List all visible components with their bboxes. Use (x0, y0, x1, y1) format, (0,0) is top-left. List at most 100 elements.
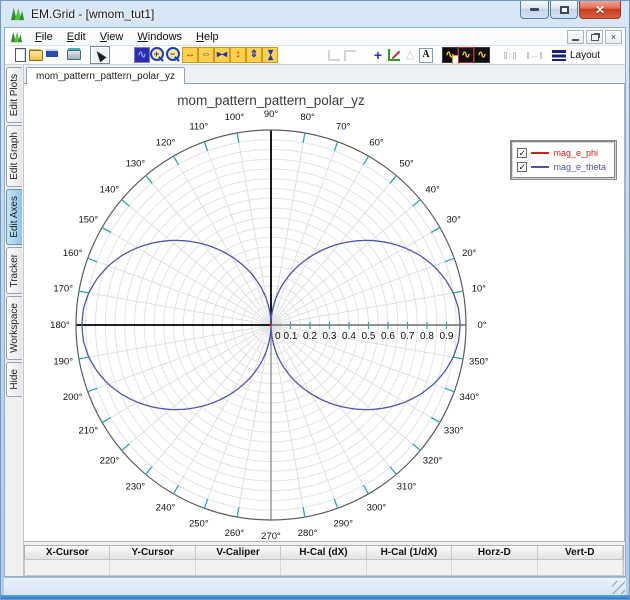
distribute-vertical-icon[interactable]: ↕ (502, 47, 518, 63)
angle-tick (453, 356, 464, 360)
readout-header-2: V-Caliper (196, 546, 282, 560)
sidebar-tab-edit-axes[interactable]: Edit Axes (6, 189, 22, 245)
pointer-tool-icon[interactable] (90, 46, 110, 64)
angle-tick (430, 416, 441, 423)
sidebar-tab-hide[interactable]: Hide (6, 362, 22, 397)
readout-value-1 (110, 560, 196, 575)
radial-label: 0.3 (323, 331, 337, 342)
angle-tick (362, 484, 370, 495)
zoom-out-icon[interactable] (166, 47, 182, 63)
angle-label: 200° (63, 392, 83, 403)
sidebar-tab-edit-graph[interactable]: Edit Graph (6, 125, 22, 188)
frame-corner-bottom-icon[interactable] (326, 47, 342, 63)
distribute-horizontal-icon[interactable]: ↔ (526, 47, 542, 63)
plot-style-icon[interactable]: ∿ (474, 47, 490, 63)
angle-label: 60° (369, 137, 384, 148)
frame-corner-top-icon[interactable] (342, 47, 358, 63)
readout-value-5 (452, 560, 538, 575)
open-file-icon[interactable] (28, 47, 44, 63)
scroll-y-icon[interactable]: ⇕ (246, 47, 262, 63)
sidebar-tab-workspace[interactable]: Workspace (6, 296, 22, 361)
radial-label: 0.5 (362, 331, 376, 342)
child-close-button[interactable]: × (605, 30, 622, 44)
add-shape-icon[interactable]: △ (402, 47, 418, 63)
shrink-x-icon[interactable]: ▸◂ (214, 47, 230, 63)
minimize-button[interactable] (520, 1, 549, 19)
legend-checkbox[interactable]: ✓ (517, 161, 528, 172)
radial-label: 0.8 (420, 331, 434, 342)
readout-header-1: Y-Cursor (110, 546, 196, 560)
radial-label: 0.9 (440, 331, 454, 342)
child-window-controls: × (567, 30, 622, 44)
shrink-y-icon[interactable]: ▸◂ (262, 47, 278, 63)
app-logo-icon (10, 7, 25, 21)
angle-label: 220° (100, 455, 120, 466)
angle-tick (101, 226, 112, 233)
plot-active-style-icon[interactable]: ∿ (458, 47, 474, 63)
angle-tick (412, 443, 421, 451)
readout-header-5: Horz-D (452, 546, 538, 560)
child-minimize-button[interactable] (567, 30, 584, 44)
angle-tick (430, 226, 441, 233)
menu-file[interactable]: File (28, 30, 60, 44)
legend-entry: ✓ mag_e_phi (517, 146, 606, 160)
angle-label: 130° (126, 158, 146, 169)
scroll-x-icon[interactable]: ⇔ (198, 47, 214, 63)
menu-bar: File Edit View Windows Help × (5, 28, 625, 46)
legend-line-sample (531, 165, 550, 168)
client-area: FileEditViewWindowsHelp × ∿↔⇔▸◂↕⇕▸◂+△∿∿∿… (4, 27, 626, 577)
legend-label: mag_e_theta (553, 161, 606, 172)
menu-edit[interactable]: Edit (60, 30, 93, 44)
angle-label: 270° (261, 531, 281, 542)
child-restore-button[interactable] (586, 30, 603, 44)
angle-tick (121, 199, 130, 207)
resize-grip[interactable] (612, 581, 625, 594)
menu-view[interactable]: View (93, 30, 131, 44)
angle-tick (444, 387, 455, 393)
angle-label: 0° (477, 320, 486, 331)
readout-header-4: H-Cal (1/dX) (367, 546, 453, 560)
expand-x-icon[interactable]: ↔ (182, 47, 198, 63)
legend-checkbox[interactable]: ✓ (517, 147, 528, 158)
angle-label: 240° (156, 503, 176, 514)
print-icon[interactable] (66, 47, 82, 63)
angle-tick (145, 175, 153, 184)
polar-plot-canvas[interactable]: 0° 10° 20° 30° 40° 50° 60° 70° 80° 90° 100° 110° 120… (24, 83, 625, 543)
angle-label: 40° (425, 184, 440, 195)
save-file-icon[interactable] (44, 47, 60, 63)
radial-label: 0.6 (381, 331, 395, 342)
legend-line-sample (531, 151, 550, 154)
mdi-area: Edit Plots Edit Graph Edit Axes Tracker Work… (5, 65, 625, 576)
axes-tool-icon[interactable] (386, 47, 402, 63)
new-document-icon[interactable] (12, 47, 28, 63)
angle-label: 210° (78, 425, 98, 436)
sidebar-tab-strip: Edit Plots Edit Graph Edit Axes Tracker Work… (5, 65, 23, 576)
close-button[interactable]: ✕ (579, 1, 621, 19)
readout-header-3: H-Cal (dX) (281, 546, 367, 560)
add-marker-icon[interactable]: + (370, 47, 386, 63)
document-tab[interactable]: mom_pattern_pattern_polar_yz (26, 66, 185, 84)
add-text-icon[interactable] (418, 47, 434, 63)
angle-tick (172, 155, 180, 165)
angle-tick (145, 466, 153, 475)
angle-tick (333, 498, 339, 509)
expand-y-icon[interactable]: ↕ (230, 47, 246, 63)
angle-tick (121, 443, 130, 451)
menu-help[interactable]: Help (189, 30, 226, 44)
angle-tick (87, 387, 98, 393)
sidebar-tab-edit-plots[interactable]: Edit Plots (6, 67, 22, 124)
angle-label: 30° (447, 214, 462, 225)
layout-button[interactable]: Layout (552, 49, 600, 61)
menu-windows[interactable]: Windows (130, 30, 189, 44)
zoom-window-icon[interactable]: ∿ (134, 47, 150, 63)
status-strip (4, 577, 626, 595)
angle-label: 90° (264, 109, 279, 120)
angle-tick (101, 416, 112, 423)
angle-tick (203, 498, 209, 509)
toolbar: ∿↔⇔▸◂↕⇕▸◂+△∿∿∿↕↔Layout (5, 46, 625, 65)
plot-marker-style-icon[interactable]: ∿ (442, 47, 460, 64)
radial-label: 0.2 (303, 331, 317, 342)
zoom-in-icon[interactable] (150, 47, 166, 63)
maximize-button[interactable] (550, 1, 578, 19)
sidebar-tab-tracker[interactable]: Tracker (6, 246, 22, 295)
